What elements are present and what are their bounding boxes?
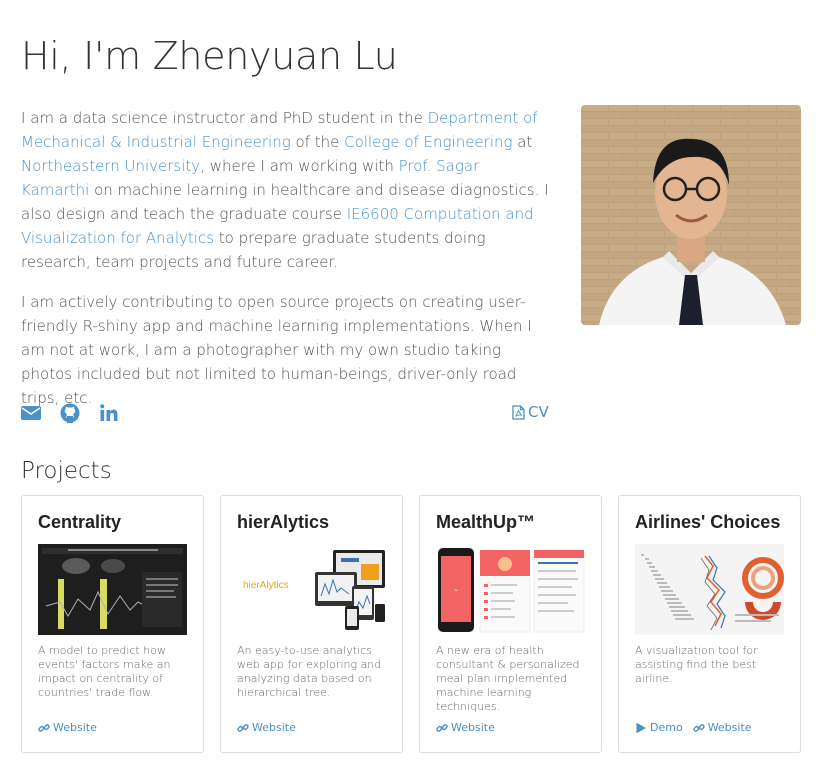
link-label: Website [53, 721, 97, 734]
linkedin-icon [100, 404, 118, 421]
email-link[interactable] [21, 403, 41, 423]
play-icon [636, 722, 646, 733]
bio-text: , where I am working with [200, 157, 399, 175]
social-links [21, 403, 119, 423]
website-link[interactable]: Website [693, 721, 752, 734]
bio-section: I am a data science instructor and PhD s… [21, 106, 551, 426]
page-title: Hi, I'm Zhenyuan Lu [21, 34, 398, 78]
demo-link[interactable]: Demo [635, 721, 683, 734]
projects-heading: Projects [21, 458, 112, 484]
profile-photo [581, 105, 801, 325]
project-links: Website [436, 721, 495, 734]
project-title: Airlines' Choices [635, 512, 781, 532]
website-link[interactable]: Website [436, 721, 495, 734]
college-link[interactable]: College of Engineering [344, 133, 512, 151]
project-links: Website [38, 721, 97, 734]
bio-text: at [512, 133, 533, 151]
github-icon [60, 403, 80, 423]
project-title: Centrality [38, 512, 122, 532]
link-icon [38, 723, 50, 732]
github-link[interactable] [60, 403, 80, 423]
envelope-icon [21, 406, 41, 420]
project-thumbnail[interactable] [635, 544, 784, 635]
project-title: hierAlytics [237, 512, 330, 532]
link-label: Demo [650, 721, 683, 734]
bio-text: I am a data science instructor and PhD s… [21, 109, 428, 127]
cv-link[interactable]: CV [512, 403, 549, 421]
cv-label: CV [528, 403, 549, 421]
project-description: A model to predict how events' factors m… [38, 644, 171, 699]
link-label: Website [252, 721, 296, 734]
project-card-mealthup: MealthUp™ ~ A new era of health consulta… [419, 495, 602, 753]
projects-grid: Centrality A model to predict how events… [21, 495, 801, 753]
project-description: A visualization tool for assisting find … [635, 644, 758, 685]
project-card-centrality: Centrality A model to predict how events… [21, 495, 204, 753]
bio-text: of the [290, 133, 345, 151]
project-card-hieralytics: hierAlytics hierAlytics An easy-to-use a [220, 495, 403, 753]
project-links: Website [237, 721, 296, 734]
thumbnail-logo-text: hierAlytics [243, 580, 289, 591]
link-label: Website [707, 721, 752, 734]
project-thumbnail[interactable] [38, 544, 187, 635]
bio-paragraph-1: I am a data science instructor and PhD s… [21, 106, 551, 274]
file-pdf-icon [512, 404, 525, 420]
link-icon [693, 723, 705, 732]
website-link[interactable]: Website [237, 721, 296, 734]
svg-text:~: ~ [453, 587, 458, 594]
linkedin-link[interactable] [99, 403, 119, 423]
project-title: MealthUp™ [436, 512, 535, 532]
project-thumbnail[interactable]: ~ [436, 544, 585, 635]
project-links: Demo Website [635, 721, 752, 734]
project-card-airlines-choices: Airlines' Choices A visualization tool f… [618, 495, 801, 753]
project-description: A new era of health consultant & persona… [436, 644, 580, 713]
project-description: An easy-to-use analytics web app for exp… [237, 644, 382, 699]
link-icon [237, 723, 249, 732]
link-icon [436, 723, 448, 732]
website-link[interactable]: Website [38, 721, 97, 734]
bio-paragraph-2: I am actively contributing to open sourc… [21, 293, 532, 407]
link-label: Website [451, 721, 495, 734]
project-thumbnail[interactable]: hierAlytics [237, 544, 386, 635]
university-link[interactable]: Northeastern University [21, 157, 200, 175]
